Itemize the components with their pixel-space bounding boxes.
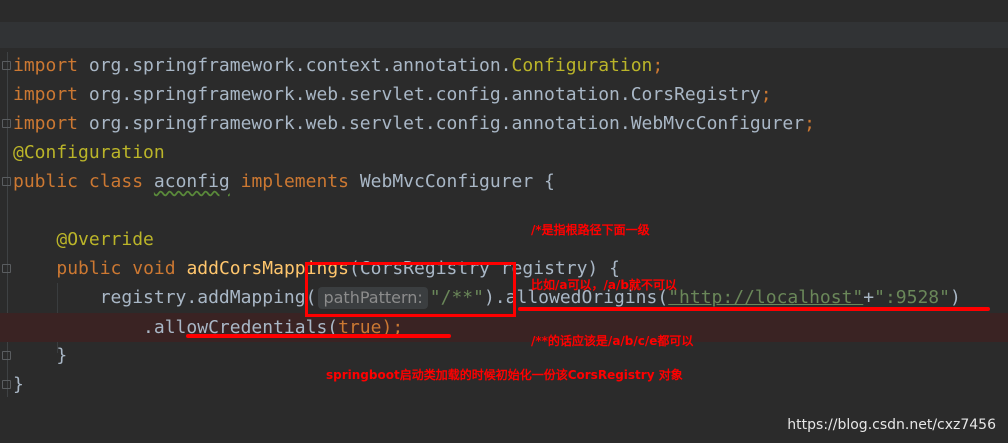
fold-icon[interactable] [2, 119, 11, 128]
import-path: org.springframework.web.servlet.config.a… [78, 113, 631, 134]
allowed-origins-underline [518, 307, 990, 311]
path-pattern-highlight-box [305, 262, 516, 317]
gutter [7, 52, 8, 397]
interface-name: WebMvcConfigurer [359, 171, 534, 192]
open-brace: { [533, 171, 555, 192]
close-brace: } [13, 374, 24, 395]
code-line-annotation[interactable]: @Configuration [13, 138, 165, 167]
keyword-class: class [88, 171, 144, 192]
port-string: ":9528" [874, 287, 950, 308]
class-name: aconfig [153, 171, 230, 192]
semicolon: ; [804, 113, 815, 134]
code-line-import-1[interactable]: import org.springframework.context.annot… [13, 51, 663, 80]
call-prefix: registry.addMapping( [99, 287, 317, 308]
code-line-import-3[interactable]: import org.springframework.web.servlet.c… [13, 109, 815, 138]
allow-credentials-underline [186, 334, 451, 338]
override-annotation: @Override [56, 229, 154, 250]
code-line-override[interactable]: @Override [13, 225, 154, 254]
keyword: import [13, 55, 79, 76]
code-line-import-2[interactable]: import org.springframework.web.servlet.c… [13, 80, 772, 109]
editor-separator-band [0, 22, 1008, 48]
keyword-public: public [13, 171, 79, 192]
fold-icon[interactable] [2, 177, 11, 186]
keyword-public: public [56, 258, 122, 279]
import-path: org.springframework.context.annotation. [78, 55, 512, 76]
note-example: 比如/a可以，/a/b就不可以 [531, 278, 677, 292]
fold-icon[interactable] [2, 351, 11, 360]
keyword-implements: implements [240, 171, 349, 192]
watermark: https://blog.csdn.net/cxz7456 [787, 417, 996, 433]
plus-operator: + [863, 287, 875, 308]
keyword-void: void [132, 258, 176, 279]
semicolon: ; [760, 84, 772, 105]
configuration-annotation: @Configuration [13, 142, 165, 163]
code-line-close-method[interactable]: } [13, 341, 67, 370]
keyword: import [13, 113, 79, 134]
import-class: WebMvcConfigurer [630, 113, 805, 134]
code-line-class-decl[interactable]: public class aconfig implements WebMvcCo… [13, 167, 555, 196]
code-line-close-class[interactable]: } [13, 370, 24, 399]
fold-icon[interactable] [2, 61, 11, 70]
import-class: CorsRegistry [630, 84, 761, 105]
fold-icon[interactable] [2, 380, 11, 389]
note-springboot: springboot启动类加载的时候初始化一份该CorsRegistry 对象 [326, 368, 683, 382]
import-path: org.springframework.web.servlet.config.a… [78, 84, 631, 105]
editor-top-band [0, 0, 1008, 22]
origin-url-string[interactable]: "http://localhost" [668, 287, 863, 308]
fold-icon[interactable] [2, 264, 11, 273]
keyword: import [13, 84, 79, 105]
import-class: Configuration [511, 55, 653, 76]
semicolon: ; [652, 55, 664, 76]
close-paren: ) [949, 287, 961, 308]
note-root-path: /*是指根路径下面一级 [531, 223, 650, 237]
note-double-star: /**的话应该是/a/b/c/e都可以 [531, 334, 694, 348]
close-brace: } [56, 345, 68, 366]
